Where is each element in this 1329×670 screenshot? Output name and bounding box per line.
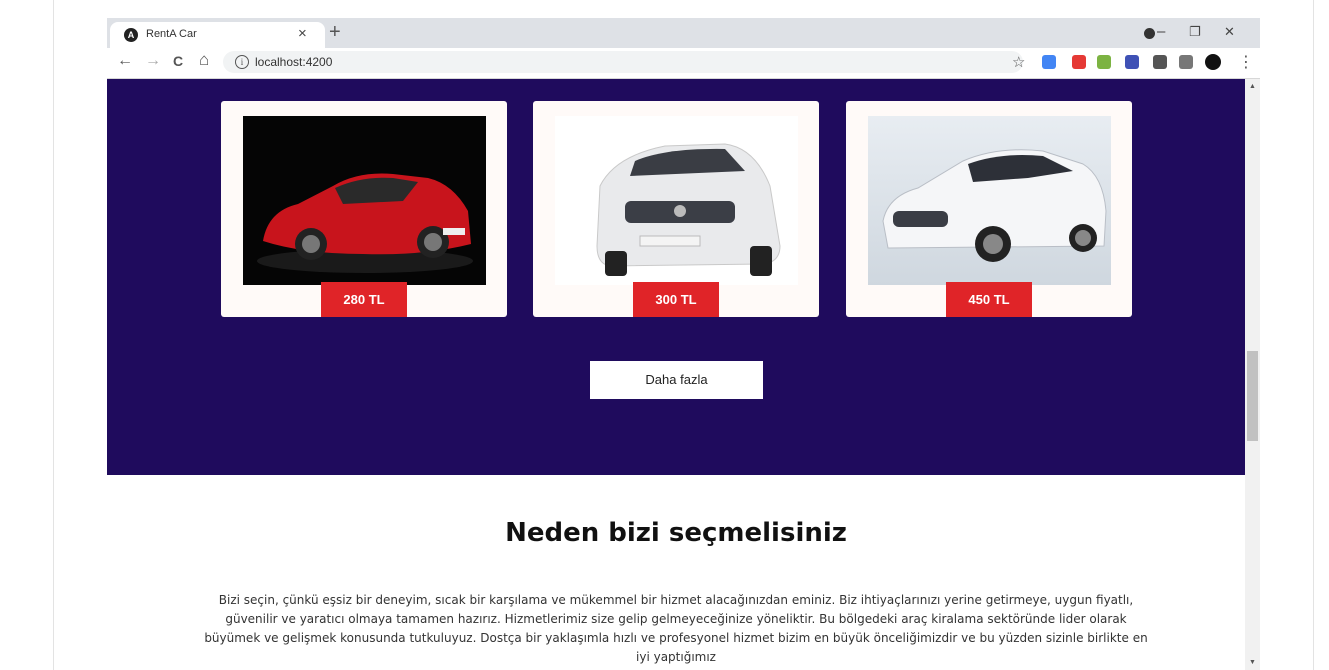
tab-close-icon[interactable]: × xyxy=(298,25,307,42)
extension-hat-icon[interactable] xyxy=(1125,55,1139,69)
price-badge[interactable]: 280 TL xyxy=(321,282,407,317)
car-card-3[interactable]: 450 TL xyxy=(846,101,1132,317)
restore-button[interactable]: ❐ xyxy=(1189,24,1201,40)
extension-green-icon[interactable] xyxy=(1097,55,1111,69)
minimize-button[interactable]: – xyxy=(1157,23,1165,40)
price-badge[interactable]: 300 TL xyxy=(633,282,719,317)
media-icon[interactable] xyxy=(1179,55,1193,69)
puzzle-icon[interactable] xyxy=(1153,55,1167,69)
cars-section: 280 TL 300 TL 450 TL Daha fazla xyxy=(107,79,1245,475)
browser-menu-icon[interactable]: ⋮ xyxy=(1238,52,1254,72)
profile-indicator-icon[interactable] xyxy=(1144,28,1155,39)
tab-strip: A RentA Car × + – ❐ ✕ xyxy=(107,18,1260,48)
page-border-left xyxy=(53,0,54,670)
car-image-red-mercedes xyxy=(243,116,486,285)
vertical-scrollbar[interactable]: ▲ ▼ xyxy=(1245,79,1260,670)
angular-favicon-icon: A xyxy=(124,28,138,42)
scroll-up-arrow-icon[interactable]: ▲ xyxy=(1249,83,1256,90)
why-us-title: Neden bizi seçmelisiniz xyxy=(505,518,847,548)
home-button[interactable]: ⌂ xyxy=(199,50,209,70)
translate-icon[interactable] xyxy=(1042,55,1056,69)
back-button[interactable]: ← xyxy=(117,52,133,70)
url-text[interactable]: localhost:4200 xyxy=(255,55,332,69)
scroll-down-arrow-icon[interactable]: ▼ xyxy=(1249,659,1256,666)
avatar-icon[interactable] xyxy=(1205,54,1221,70)
page-border-right xyxy=(1313,0,1314,670)
more-button[interactable]: Daha fazla xyxy=(590,361,763,399)
why-us-text: Bizi seçin, çünkü eşsiz bir deneyim, sıc… xyxy=(204,593,1148,664)
forward-button[interactable]: → xyxy=(145,52,161,70)
close-window-button[interactable]: ✕ xyxy=(1224,24,1235,40)
scroll-thumb[interactable] xyxy=(1247,351,1258,441)
reload-button[interactable]: C xyxy=(173,53,183,69)
address-bar[interactable]: i localhost:4200 xyxy=(223,51,1023,73)
browser-tab[interactable]: A RentA Car × xyxy=(110,22,325,48)
page-viewport: 280 TL 300 TL 450 TL Daha fazla Neden bi… xyxy=(107,79,1245,670)
browser-window: A RentA Car × + – ❐ ✕ ← → C ⌂ i localhos… xyxy=(107,18,1260,670)
price-badge[interactable]: 450 TL xyxy=(946,282,1032,317)
bookmark-star-icon[interactable]: ☆ xyxy=(1012,53,1025,71)
car-image-white-renault-megane xyxy=(868,116,1111,285)
car-image-white-renault-symbol xyxy=(555,116,798,285)
browser-toolbar: ← → C ⌂ i localhost:4200 ☆ ⋮ xyxy=(107,48,1260,79)
eyedropper-icon[interactable] xyxy=(1072,55,1086,69)
car-card-2[interactable]: 300 TL xyxy=(533,101,819,317)
new-tab-button[interactable]: + xyxy=(329,21,341,44)
tab-title: RentA Car xyxy=(146,28,197,40)
car-card-1[interactable]: 280 TL xyxy=(221,101,507,317)
site-info-icon[interactable]: i xyxy=(235,55,249,69)
